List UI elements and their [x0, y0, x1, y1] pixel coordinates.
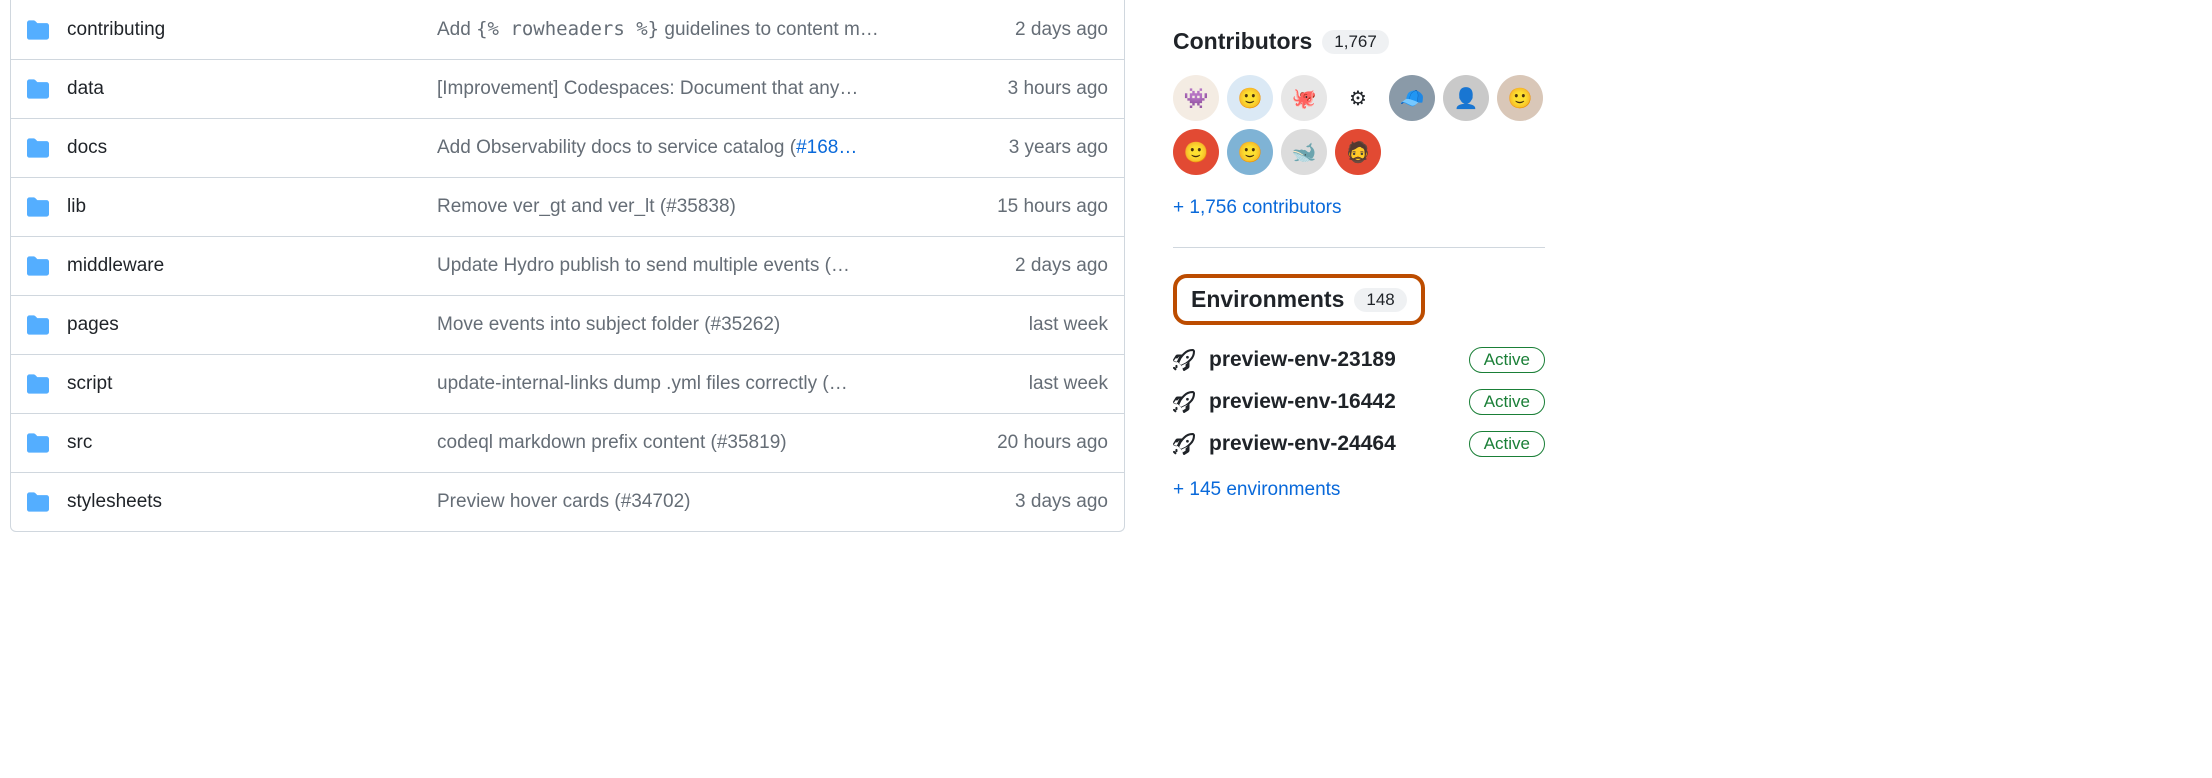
- file-name-link[interactable]: contributing: [67, 19, 437, 41]
- sidebar-divider: [1173, 247, 1545, 248]
- contributor-avatar[interactable]: 🐋: [1281, 129, 1327, 175]
- avatar-glyph: 🙂: [1508, 86, 1533, 111]
- contributor-avatar[interactable]: 👾: [1173, 75, 1219, 121]
- commit-message-link[interactable]: Add {% rowheaders %} guidelines to conte…: [437, 18, 938, 41]
- file-name-link[interactable]: lib: [67, 196, 437, 218]
- environment-status-badge: Active: [1469, 347, 1545, 373]
- environments-title: Environments: [1191, 286, 1344, 313]
- contributor-avatar[interactable]: 👤: [1443, 75, 1489, 121]
- contributors-title: Contributors: [1173, 28, 1312, 55]
- table-row: stylesheetsPreview hover cards (#34702)3…: [11, 472, 1124, 531]
- rocket-icon: [1173, 349, 1195, 371]
- environment-name: preview-env-16442: [1209, 390, 1455, 414]
- commit-message-link[interactable]: codeql markdown prefix content (#35819): [437, 432, 938, 454]
- file-name-link[interactable]: script: [67, 373, 437, 395]
- contributor-avatar[interactable]: 🐙: [1281, 75, 1327, 121]
- table-row: scriptupdate-internal-links dump .yml fi…: [11, 354, 1124, 413]
- file-name-link[interactable]: docs: [67, 137, 437, 159]
- commit-time: 20 hours ago: [938, 432, 1108, 454]
- environment-status-badge: Active: [1469, 389, 1545, 415]
- avatar-glyph: 🐋: [1292, 140, 1317, 165]
- environment-row[interactable]: preview-env-16442 Active: [1173, 389, 1545, 415]
- file-name-link[interactable]: middleware: [67, 255, 437, 277]
- avatar-glyph: 👤: [1454, 86, 1479, 111]
- commit-time: last week: [938, 314, 1108, 336]
- folder-icon: [27, 373, 49, 395]
- avatar-glyph: 🙂: [1184, 140, 1209, 165]
- environments-section: Environments 148 preview-env-23189 Active…: [1173, 274, 1545, 501]
- folder-icon: [27, 19, 49, 41]
- contributor-avatar[interactable]: 🙂: [1227, 129, 1273, 175]
- environment-row[interactable]: preview-env-23189 Active: [1173, 347, 1545, 373]
- contributor-avatar[interactable]: 🙂: [1497, 75, 1543, 121]
- environments-heading-highlight[interactable]: Environments 148: [1173, 274, 1425, 325]
- commit-message-link[interactable]: Preview hover cards (#34702): [437, 491, 938, 513]
- table-row: srccodeql markdown prefix content (#3581…: [11, 413, 1124, 472]
- environments-count-badge: 148: [1354, 288, 1406, 312]
- contributor-avatar[interactable]: 🙂: [1227, 75, 1273, 121]
- commit-message-link[interactable]: update-internal-links dump .yml files co…: [437, 373, 938, 395]
- commit-message-link[interactable]: Move events into subject folder (#35262): [437, 314, 938, 336]
- table-row: data[Improvement] Codespaces: Document t…: [11, 59, 1124, 118]
- avatar-glyph: 🐙: [1292, 86, 1317, 111]
- commit-time: last week: [938, 373, 1108, 395]
- folder-icon: [27, 255, 49, 277]
- file-name-link[interactable]: src: [67, 432, 437, 454]
- file-name-link[interactable]: stylesheets: [67, 491, 437, 513]
- commit-message-link[interactable]: Remove ver_gt and ver_lt (#35838): [437, 196, 938, 218]
- folder-icon: [27, 491, 49, 513]
- contributor-avatar-grid: 👾 🙂 🐙 ⚙ 🧢 👤 🙂 🙂 🙂 🐋 🧔: [1173, 75, 1545, 175]
- table-row: pagesMove events into subject folder (#3…: [11, 295, 1124, 354]
- contributors-heading[interactable]: Contributors 1,767: [1173, 28, 1545, 55]
- table-row: middlewareUpdate Hydro publish to send m…: [11, 236, 1124, 295]
- folder-icon: [27, 432, 49, 454]
- avatar-glyph: 🧢: [1400, 86, 1425, 111]
- commit-message-link[interactable]: [Improvement] Codespaces: Document that …: [437, 78, 938, 100]
- repo-sidebar: Contributors 1,767 👾 🙂 🐙 ⚙ 🧢 👤 🙂 🙂 🙂 🐋 🧔 + 1,756 c…: [1125, 0, 1545, 778]
- table-row: contributingAdd {% rowheaders %} guideli…: [11, 0, 1124, 59]
- commit-message-link[interactable]: Update Hydro publish to send multiple ev…: [437, 255, 938, 277]
- environments-list: preview-env-23189Activepreview-env-16442…: [1173, 347, 1545, 457]
- rocket-icon: [1173, 391, 1195, 413]
- avatar-glyph: 👾: [1184, 86, 1209, 111]
- contributors-section: Contributors 1,767 👾 🙂 🐙 ⚙ 🧢 👤 🙂 🙂 🙂 🐋 🧔 + 1,756 c…: [1173, 28, 1545, 219]
- contributor-avatar[interactable]: ⚙: [1335, 75, 1381, 121]
- more-environments-link[interactable]: + 145 environments: [1173, 479, 1545, 501]
- avatar-glyph: 🧔: [1346, 140, 1371, 165]
- commit-time: 15 hours ago: [938, 196, 1108, 218]
- commit-time: 3 days ago: [938, 491, 1108, 513]
- avatar-glyph: 🙂: [1238, 86, 1263, 111]
- commit-time: 3 years ago: [938, 137, 1108, 159]
- environment-status-badge: Active: [1469, 431, 1545, 457]
- environment-name: preview-env-23189: [1209, 348, 1455, 372]
- commit-time: 2 days ago: [938, 19, 1108, 41]
- file-list-panel: contributingAdd {% rowheaders %} guideli…: [0, 0, 1125, 778]
- avatar-glyph: 🙂: [1238, 140, 1263, 165]
- contributor-avatar[interactable]: 🧔: [1335, 129, 1381, 175]
- contributor-avatar[interactable]: 🙂: [1173, 129, 1219, 175]
- commit-time: 3 hours ago: [938, 78, 1108, 100]
- table-row: libRemove ver_gt and ver_lt (#35838)15 h…: [11, 177, 1124, 236]
- file-name-link[interactable]: data: [67, 78, 437, 100]
- folder-icon: [27, 196, 49, 218]
- contributors-count-badge: 1,767: [1322, 30, 1389, 54]
- more-contributors-link[interactable]: + 1,756 contributors: [1173, 197, 1545, 219]
- commit-time: 2 days ago: [938, 255, 1108, 277]
- avatar-glyph: ⚙: [1349, 86, 1367, 111]
- folder-icon: [27, 314, 49, 336]
- rocket-icon: [1173, 433, 1195, 455]
- environment-name: preview-env-24464: [1209, 432, 1455, 456]
- table-row: docsAdd Observability docs to service ca…: [11, 118, 1124, 177]
- folder-icon: [27, 137, 49, 159]
- environment-row[interactable]: preview-env-24464 Active: [1173, 431, 1545, 457]
- file-name-link[interactable]: pages: [67, 314, 437, 336]
- folder-icon: [27, 78, 49, 100]
- commit-message-link[interactable]: Add Observability docs to service catalo…: [437, 137, 938, 159]
- contributor-avatar[interactable]: 🧢: [1389, 75, 1435, 121]
